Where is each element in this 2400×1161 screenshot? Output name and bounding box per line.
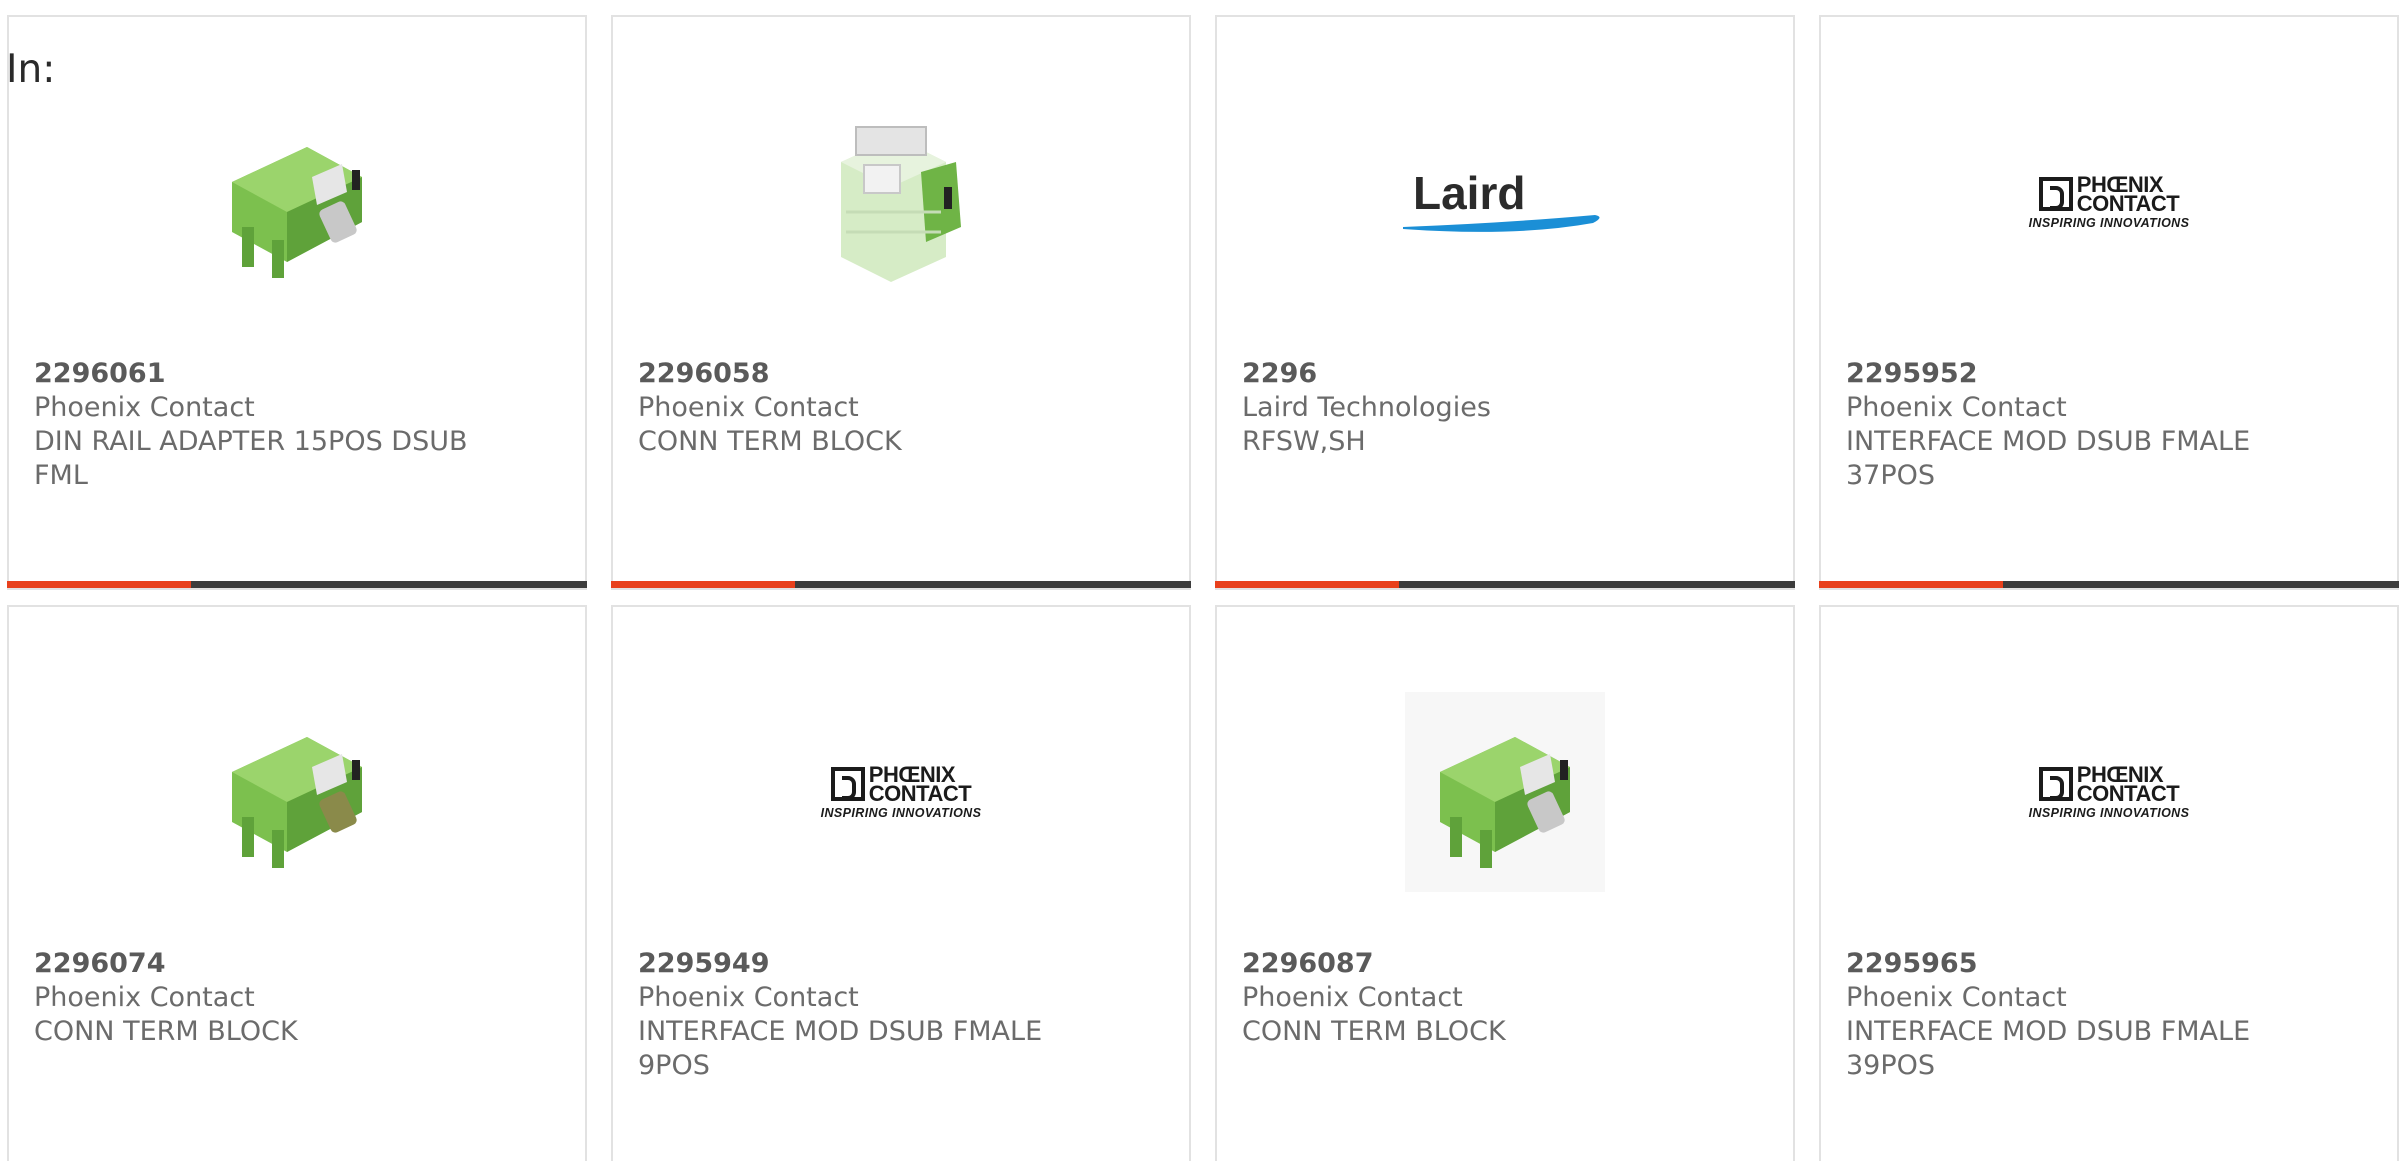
product-image	[613, 57, 1189, 347]
phoenix-logo-tagline: INSPIRING INNOVATIONS	[2028, 805, 2190, 820]
product-info: 2295949 Phoenix Contact INTERFACE MOD DS…	[638, 947, 1164, 1083]
phoenix-logo-line-2: CONTACT	[868, 780, 972, 806]
product-info: 2296 Laird Technologies RFSW,SH	[1242, 357, 1768, 459]
product-card[interactable]: PHŒNIX CONTACT INSPIRING INNOVATIONS 229…	[1819, 605, 2399, 1161]
part-number-link[interactable]: 2296087	[1242, 947, 1768, 981]
card-bar-accent	[7, 581, 191, 588]
part-number-link[interactable]: 2295965	[1846, 947, 2372, 981]
part-number-link[interactable]: 2296058	[638, 357, 1164, 391]
phoenix-logo-tagline: INSPIRING INNOVATIONS	[2028, 215, 2190, 230]
product-info: 2296087 Phoenix Contact CONN TERM BLOCK	[1242, 947, 1768, 1049]
product-info: 2296058 Phoenix Contact CONN TERM BLOCK	[638, 357, 1164, 459]
part-number-link[interactable]: 2296074	[34, 947, 560, 981]
product-image	[1217, 647, 1793, 937]
part-number-link[interactable]: 2295952	[1846, 357, 2372, 391]
phoenix-logo-tagline: INSPIRING INNOVATIONS	[820, 805, 982, 820]
manufacturer: Phoenix Contact	[638, 982, 859, 1013]
description: CONN TERM BLOCK	[1242, 1016, 1506, 1047]
product-card[interactable]: Laird 2296 Laird Technologies RFSW,SH	[1215, 15, 1795, 590]
card-bar-accent	[611, 581, 795, 588]
phoenix-logo-line-2: CONTACT	[2076, 190, 2180, 216]
product-card[interactable]: PHŒNIX CONTACT INSPIRING INNOVATIONS 229…	[611, 605, 1191, 1161]
phoenix-mark-icon	[2038, 766, 2073, 801]
laird-logo: Laird	[1403, 167, 1600, 232]
product-card[interactable]: 2296087 Phoenix Contact CONN TERM BLOCK	[1215, 605, 1795, 1161]
card-bar-rest	[795, 581, 1191, 588]
description: CONN TERM BLOCK	[34, 1016, 298, 1047]
product-results-page: In: 2296061 Phoenix Contact DIN RAIL ADA…	[0, 0, 2400, 1161]
laird-logo-text: Laird	[1413, 167, 1525, 219]
product-image	[9, 57, 585, 347]
green-interface-module-image	[232, 147, 362, 278]
manufacturer: Phoenix Contact	[1242, 982, 1463, 1013]
description: INTERFACE MOD DSUB FMALE 37POS	[1846, 426, 2251, 491]
product-image: PHŒNIX CONTACT INSPIRING INNOVATIONS	[1821, 57, 2397, 347]
part-number-link[interactable]: 2296	[1242, 357, 1768, 391]
card-bar-accent	[1215, 581, 1399, 588]
product-info: 2295952 Phoenix Contact INTERFACE MOD DS…	[1846, 357, 2372, 493]
card-bar-accent	[1819, 581, 2003, 588]
phoenix-mark-icon	[830, 766, 865, 801]
product-image: PHŒNIX CONTACT INSPIRING INNOVATIONS	[613, 647, 1189, 937]
phoenix-contact-logo: PHŒNIX CONTACT INSPIRING INNOVATIONS	[2028, 173, 2190, 230]
manufacturer: Phoenix Contact	[34, 392, 255, 423]
pale-terminal-block-image	[841, 126, 961, 282]
manufacturer: Phoenix Contact	[638, 392, 859, 423]
phoenix-mark-icon	[2038, 176, 2073, 211]
description: RFSW,SH	[1242, 426, 1366, 457]
card-bar-rest	[1399, 581, 1795, 588]
product-info: 2296074 Phoenix Contact CONN TERM BLOCK	[34, 947, 560, 1049]
phoenix-contact-logo: PHŒNIX CONTACT INSPIRING INNOVATIONS	[2028, 763, 2190, 820]
phoenix-contact-logo: PHŒNIX CONTACT INSPIRING INNOVATIONS	[820, 763, 982, 820]
product-grid: 2296061 Phoenix Contact DIN RAIL ADAPTER…	[7, 15, 2399, 1161]
card-bottom-bar	[1215, 581, 1795, 588]
card-bottom-bar	[7, 581, 587, 588]
manufacturer: Phoenix Contact	[1846, 982, 2067, 1013]
description: DIN RAIL ADAPTER 15POS DSUB FML	[34, 426, 468, 491]
green-interface-module-image	[1405, 692, 1605, 892]
manufacturer: Phoenix Contact	[34, 982, 255, 1013]
card-bar-rest	[2003, 581, 2399, 588]
card-bottom-bar	[611, 581, 1191, 588]
card-bottom-bar	[1819, 581, 2399, 588]
product-info: 2295965 Phoenix Contact INTERFACE MOD DS…	[1846, 947, 2372, 1083]
card-bar-rest	[191, 581, 587, 588]
part-number-link[interactable]: 2296061	[34, 357, 560, 391]
manufacturer: Phoenix Contact	[1846, 392, 2067, 423]
product-image: Laird	[1217, 57, 1793, 347]
description: INTERFACE MOD DSUB FMALE 39POS	[1846, 1016, 2251, 1081]
description: INTERFACE MOD DSUB FMALE 9POS	[638, 1016, 1043, 1081]
product-card[interactable]: PHŒNIX CONTACT INSPIRING INNOVATIONS 229…	[1819, 15, 2399, 590]
part-number-link[interactable]: 2295949	[638, 947, 1164, 981]
product-info: 2296061 Phoenix Contact DIN RAIL ADAPTER…	[34, 357, 560, 493]
phoenix-logo-line-2: CONTACT	[2076, 780, 2180, 806]
in-label: In:	[6, 47, 56, 92]
product-card[interactable]: 2296074 Phoenix Contact CONN TERM BLOCK	[7, 605, 587, 1161]
product-card[interactable]: 2296058 Phoenix Contact CONN TERM BLOCK	[611, 15, 1191, 590]
description: CONN TERM BLOCK	[638, 426, 902, 457]
green-interface-module-image	[232, 737, 362, 868]
product-image	[9, 647, 585, 937]
product-card[interactable]: 2296061 Phoenix Contact DIN RAIL ADAPTER…	[7, 15, 587, 590]
product-image: PHŒNIX CONTACT INSPIRING INNOVATIONS	[1821, 647, 2397, 937]
manufacturer: Laird Technologies	[1242, 392, 1491, 423]
